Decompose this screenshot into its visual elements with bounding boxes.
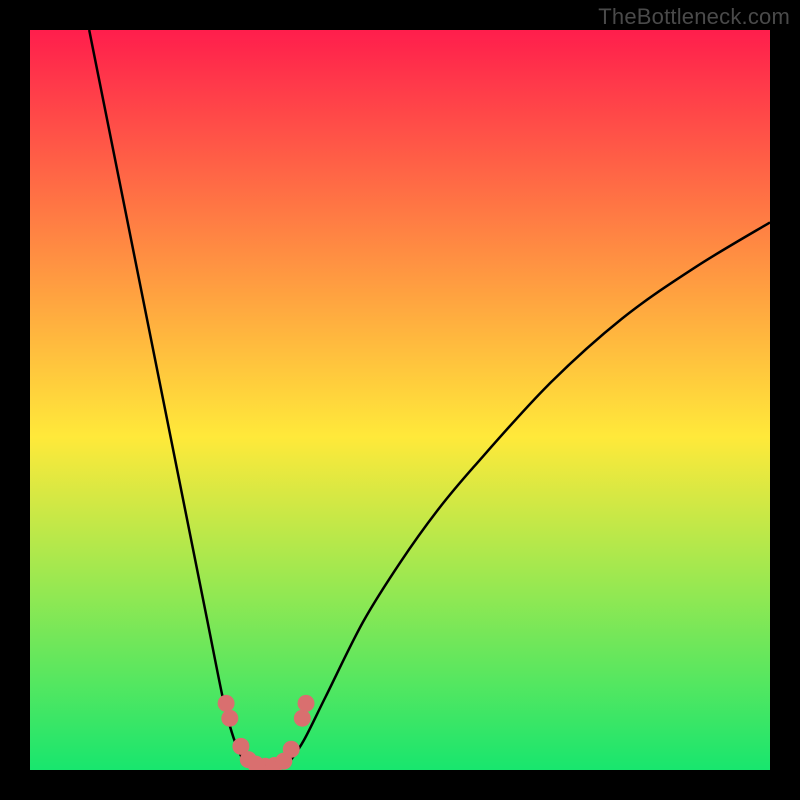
data-marker [283,741,300,758]
data-marker [218,695,235,712]
plot-svg [30,30,770,770]
gradient-background [30,30,770,770]
data-marker [298,695,315,712]
chart-frame: TheBottleneck.com [0,0,800,800]
plot-area [30,30,770,770]
data-marker [221,710,238,727]
watermark-text: TheBottleneck.com [598,4,790,30]
data-marker [294,710,311,727]
